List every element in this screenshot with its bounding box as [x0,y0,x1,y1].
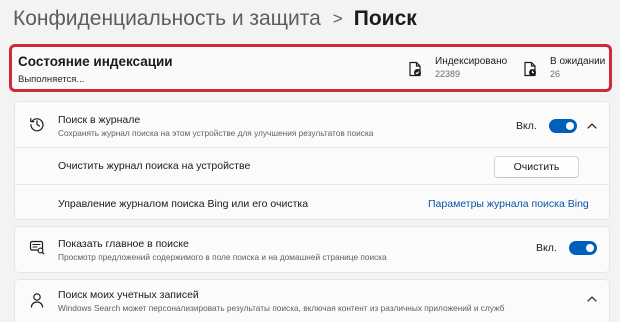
search-accounts-card[interactable]: Поиск моих учетных записей Windows Searc… [14,279,610,322]
search-highlights-icon [29,240,45,255]
breadcrumb-parent[interactable]: Конфиденциальность и защита [13,7,321,31]
clear-history-row: Очистить журнал поиска на устройстве Очи… [15,148,609,184]
indexing-status-card: Состояние индексации Выполняется... Инде… [9,44,612,92]
chevron-up-icon[interactable] [587,296,597,302]
search-highlights-toggle[interactable] [569,241,597,255]
search-history-description: Сохранять журнал поиска на этом устройст… [58,128,374,138]
search-history-toggle[interactable] [549,119,577,133]
search-history-toggle-label: Вкл. [516,120,537,132]
breadcrumb-separator: > [332,9,343,28]
indexing-status: Выполняется... [18,74,85,85]
search-accounts-description: Windows Search может персонализировать р… [58,303,505,313]
breadcrumb: Конфиденциальность и защита > Поиск [13,4,417,34]
search-highlights-card: Показать главное в поиске Просмотр предл… [14,226,610,273]
search-history-title: Поиск в журнале [58,114,141,126]
search-highlights-toggle-label: Вкл. [536,242,557,254]
bing-history-row: Управление журналом поиска Bing или его … [15,185,609,221]
clear-history-button[interactable]: Очистить [494,156,579,178]
person-icon [30,293,44,308]
indexing-title: Состояние индексации [18,54,173,69]
search-history-card: Поиск в журнале Сохранять журнал поиска … [14,101,610,220]
indexed-value: 22389 [435,69,461,79]
clear-history-label: Очистить журнал поиска на устройстве [58,160,251,172]
search-highlights-title: Показать главное в поиске [58,238,189,250]
chevron-up-icon[interactable] [587,123,597,129]
bing-history-settings-link[interactable]: Параметры журнала поиска Bing [428,198,589,210]
search-highlights-description: Просмотр предложений содержимого в поле … [58,252,387,262]
pending-label: В ожидании [550,56,606,67]
bing-history-label: Управление журналом поиска Bing или его … [58,198,309,210]
search-accounts-title: Поиск моих учетных записей [58,289,199,301]
pending-value: 26 [550,69,561,79]
indexed-label: Индексировано [435,56,508,67]
history-icon [30,118,44,132]
page-title: Поиск [353,7,417,30]
pending-document-icon [524,61,536,77]
search-history-header[interactable]: Поиск в журнале Сохранять журнал поиска … [15,102,609,147]
indexed-document-icon [409,61,421,77]
